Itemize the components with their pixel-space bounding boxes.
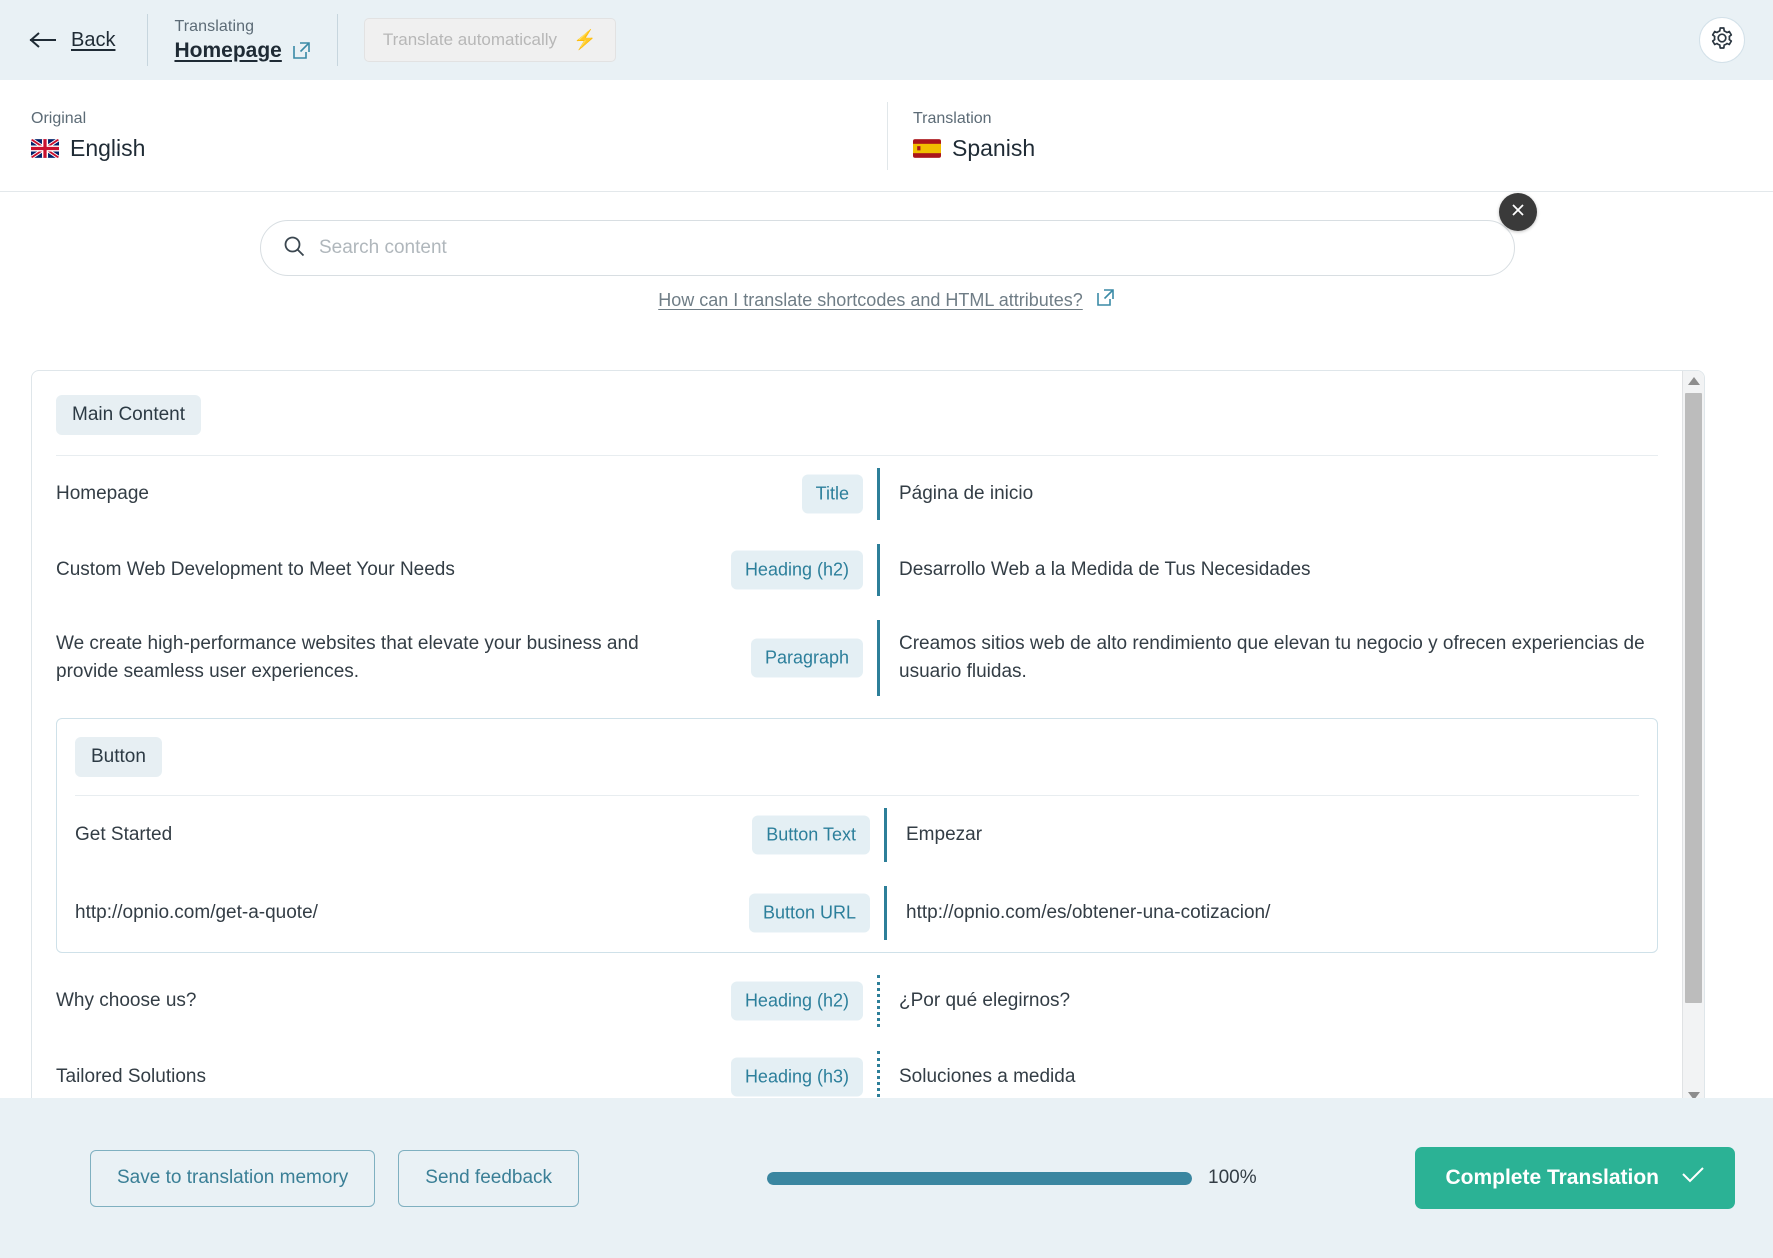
translation-cell[interactable]: Empezar — [884, 796, 1657, 874]
type-chip: Paragraph — [751, 638, 863, 677]
translation-text[interactable]: Soluciones a medida — [899, 1063, 1075, 1091]
translation-kicker: Translation — [913, 110, 1035, 128]
original-cell: Custom Web Development to Meet Your Need… — [32, 532, 877, 608]
progress-track — [767, 1172, 1192, 1185]
translation-cell[interactable]: http://opnio.com/es/obtener-una-cotizaci… — [884, 874, 1657, 952]
send-feedback-button[interactable]: Send feedback — [398, 1150, 579, 1207]
button-group-card: Button Get Started Button Text Empezar — [56, 718, 1658, 953]
arrow-left-icon — [28, 31, 58, 49]
original-text: Tailored Solutions — [56, 1063, 356, 1091]
translation-language-name: Spanish — [952, 135, 1035, 162]
table-row: We create high-performance websites that… — [32, 608, 1682, 708]
check-icon — [1681, 1166, 1705, 1190]
original-text: Homepage — [56, 480, 299, 508]
table-row: Homepage Title Página de inicio — [32, 456, 1682, 532]
search-box[interactable] — [260, 220, 1515, 276]
help-row: How can I translate shortcodes and HTML … — [0, 288, 1773, 312]
translate-automatically-button[interactable]: Translate automatically ⚡ — [364, 18, 616, 62]
original-cell: http://opnio.com/get-a-quote/ Button URL — [57, 874, 884, 952]
content-area: Main Content Homepage Title Página de in… — [0, 370, 1773, 1098]
scrollbar-track[interactable] — [1683, 391, 1704, 1086]
shortcodes-help-link[interactable]: How can I translate shortcodes and HTML … — [658, 290, 1083, 311]
original-cell: Why choose us? Heading (h2) — [32, 963, 877, 1039]
translation-cell[interactable]: Creamos sitios web de alto rendimiento q… — [877, 608, 1682, 708]
progress-indicator: 100% — [767, 1167, 1257, 1189]
translation-text[interactable]: ¿Por qué elegirnos? — [899, 987, 1070, 1015]
content-card: Main Content Homepage Title Página de in… — [31, 370, 1705, 1107]
back-label[interactable]: Back — [71, 29, 115, 52]
section-header: Button — [57, 719, 1657, 777]
translating-page-link[interactable]: Homepage — [174, 39, 281, 63]
translation-text[interactable]: Página de inicio — [899, 480, 1033, 508]
translating-block: Translating Homepage — [148, 18, 336, 63]
complete-translation-label: Complete Translation — [1445, 1166, 1659, 1190]
original-cell: Get Started Button Text — [57, 796, 884, 874]
type-chip: Heading (h2) — [731, 551, 863, 590]
divider — [337, 14, 338, 66]
translation-text[interactable]: Desarrollo Web a la Medida de Tus Necesi… — [899, 556, 1311, 584]
scroll-up-arrow-icon[interactable] — [1688, 371, 1700, 391]
type-chip: Button URL — [749, 893, 870, 932]
table-row: Get Started Button Text Empezar — [57, 796, 1657, 874]
flag-uk-icon — [31, 139, 59, 158]
translation-text[interactable]: http://opnio.com/es/obtener-una-cotizaci… — [906, 899, 1270, 927]
search-icon — [283, 235, 305, 262]
translation-cell[interactable]: Soluciones a medida — [877, 1039, 1682, 1106]
gear-icon — [1710, 26, 1734, 55]
search-area: How can I translate shortcodes and HTML … — [0, 192, 1773, 370]
table-row: http://opnio.com/get-a-quote/ Button URL… — [57, 874, 1657, 952]
content-scrollbar[interactable] — [1682, 371, 1704, 1106]
close-search-button[interactable] — [1499, 193, 1537, 231]
search-input[interactable] — [319, 237, 1492, 259]
progress-fill — [767, 1172, 1192, 1185]
original-cell: Tailored Solutions Heading (h3) — [32, 1039, 877, 1106]
save-to-translation-memory-button[interactable]: Save to translation memory — [90, 1150, 375, 1207]
flag-spain-icon — [913, 139, 941, 158]
original-text: Why choose us? — [56, 987, 346, 1015]
type-chip: Title — [802, 475, 863, 514]
search-wrapper — [260, 220, 1515, 276]
scrollbar-thumb[interactable] — [1685, 393, 1702, 1003]
language-divider — [887, 102, 888, 170]
translation-cell[interactable]: Desarrollo Web a la Medida de Tus Necesi… — [877, 532, 1682, 608]
language-bar: Original English Translation — [0, 80, 1773, 192]
type-chip: Heading (h2) — [731, 981, 863, 1020]
translating-kicker: Translating — [174, 18, 310, 36]
original-language-name: English — [70, 135, 145, 162]
external-link-icon[interactable] — [292, 41, 311, 60]
complete-translation-button[interactable]: Complete Translation — [1415, 1147, 1735, 1209]
group-chip-main-content: Main Content — [56, 395, 201, 435]
original-text: Get Started — [75, 821, 322, 849]
original-text: http://opnio.com/get-a-quote/ — [75, 899, 468, 927]
progress-label: 100% — [1208, 1167, 1257, 1189]
translation-text[interactable]: Empezar — [906, 821, 982, 849]
top-bar: Back Translating Homepage Translate auto… — [0, 0, 1773, 80]
original-language-block: Original English — [0, 110, 887, 162]
original-cell: We create high-performance websites that… — [32, 608, 877, 708]
original-kicker: Original — [31, 110, 887, 128]
translation-editor-app: Back Translating Homepage Translate auto… — [0, 0, 1773, 1258]
type-chip: Button Text — [752, 815, 870, 854]
close-icon — [1510, 202, 1526, 223]
translation-language-block: Translation Spanish — [887, 110, 1035, 162]
translation-text[interactable]: Creamos sitios web de alto rendimiento q… — [899, 630, 1658, 686]
translate-automatically-label: Translate automatically — [383, 30, 557, 50]
back-button[interactable]: Back — [28, 29, 147, 52]
settings-button[interactable] — [1699, 17, 1745, 63]
original-cell: Homepage Title — [32, 456, 877, 532]
table-row: Tailored Solutions Heading (h3) Solucion… — [32, 1039, 1682, 1106]
translation-cell[interactable]: ¿Por qué elegirnos? — [877, 963, 1682, 1039]
bolt-icon: ⚡ — [573, 31, 597, 50]
section-header: Main Content — [32, 371, 1682, 435]
table-row: Why choose us? Heading (h2) ¿Por qué ele… — [32, 963, 1682, 1039]
original-text: Custom Web Development to Meet Your Need… — [56, 556, 605, 584]
group-chip-button: Button — [75, 737, 162, 777]
footer-bar: Save to translation memory Send feedback… — [0, 1098, 1773, 1258]
external-link-icon[interactable] — [1096, 288, 1115, 312]
content-list: Main Content Homepage Title Página de in… — [32, 371, 1682, 1106]
translation-cell[interactable]: Página de inicio — [877, 456, 1682, 532]
footer-actions: Save to translation memory Send feedback — [90, 1150, 579, 1207]
table-row: Custom Web Development to Meet Your Need… — [32, 532, 1682, 608]
type-chip: Heading (h3) — [731, 1057, 863, 1096]
